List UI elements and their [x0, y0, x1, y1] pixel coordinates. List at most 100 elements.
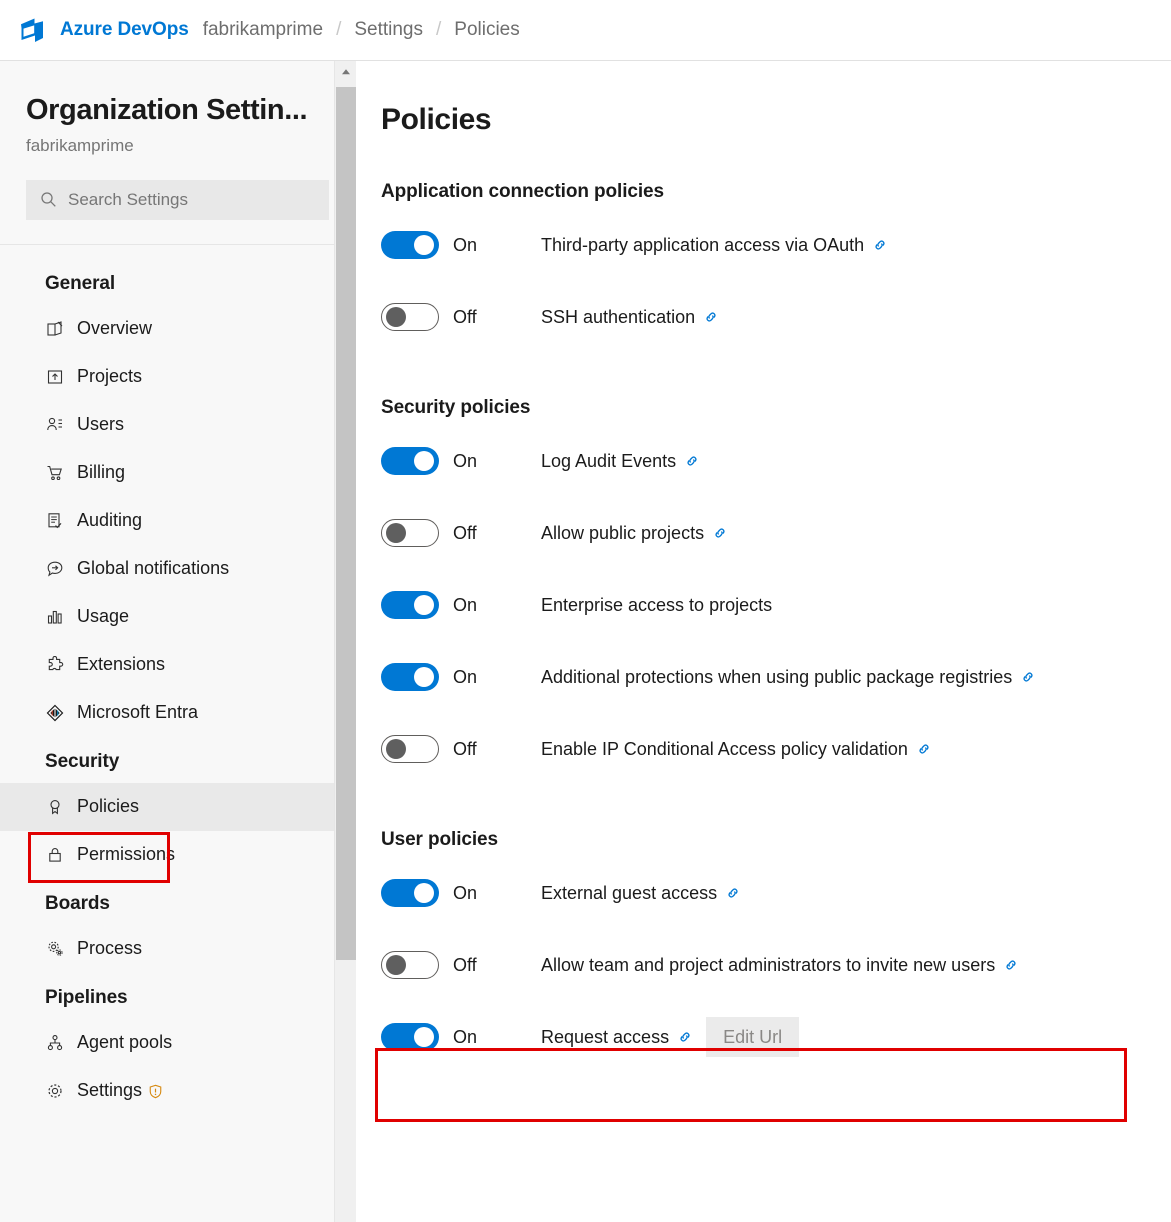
sidebar-item-label: Overview: [77, 318, 153, 339]
sidebar-item-billing[interactable]: Billing: [0, 449, 355, 497]
breadcrumb-organization[interactable]: fabrikamprime: [203, 19, 323, 41]
policy-label-wrapper: Enable IP Conditional Access policy vali…: [541, 739, 931, 760]
auditing-icon: [45, 511, 64, 530]
azure-devops-logo[interactable]: [16, 14, 48, 46]
sidebar-item-extensions[interactable]: Extensions: [0, 641, 355, 689]
breadcrumb-separator-1: /: [336, 19, 342, 40]
policy-label-wrapper: Enterprise access to projects: [541, 595, 772, 616]
policy-label-wrapper: Log Audit Events: [541, 451, 699, 472]
scroll-up-arrow-icon[interactable]: [335, 61, 357, 83]
sidebar-item-projects[interactable]: Projects: [0, 353, 355, 401]
policy-row-ip-conditional-access: Off Enable IP Conditional Access policy …: [381, 713, 1171, 785]
toggle-enterprise-access-to-projects[interactable]: [381, 591, 439, 619]
section-application-connection-policies: Application connection policies On Third…: [381, 181, 1171, 353]
sidebar-item-global-notifications[interactable]: Global notifications: [0, 545, 355, 593]
policy-label: Enable IP Conditional Access policy vali…: [541, 738, 908, 759]
sidebar-item-policies[interactable]: Policies: [0, 782, 355, 831]
brand-label[interactable]: Azure DevOps: [60, 19, 189, 41]
toggle-request-access[interactable]: [381, 1023, 439, 1051]
link-icon[interactable]: [917, 742, 931, 756]
sidebar-item-label: Projects: [77, 366, 143, 387]
toggle-external-guest-access[interactable]: [381, 879, 439, 907]
policy-state: Off: [453, 954, 477, 975]
policy-row-log-audit-events: On Log Audit Events: [381, 425, 1171, 497]
link-icon[interactable]: [685, 454, 699, 468]
search-icon: [41, 192, 56, 208]
sidebar-item-settings[interactable]: Settings: [0, 1067, 355, 1115]
nav-group-boards: Boards: [45, 892, 110, 914]
organization-settings-sidebar: Organization Settin... fabrikamprime Sea…: [0, 61, 356, 1222]
policy-row-third-party-oauth: On Third-party application access via OA…: [381, 209, 1171, 281]
sidebar-scrollbar-thumb[interactable]: [336, 87, 356, 960]
policy-label: SSH authentication: [541, 306, 696, 327]
extensions-puzzle-icon: [45, 655, 64, 674]
sidebar-item-label: Auditing: [77, 510, 143, 531]
sidebar-scrollbar-track[interactable]: [334, 61, 356, 1222]
sidebar-item-process[interactable]: Process: [0, 925, 355, 973]
toggle-log-audit-events[interactable]: [381, 447, 439, 475]
nav-group-security: Security: [45, 750, 120, 772]
toggle-knob: [414, 883, 434, 903]
link-icon[interactable]: [873, 238, 887, 252]
sidebar-item-users[interactable]: Users: [0, 401, 355, 449]
settings-gear-icon: [45, 1081, 64, 1100]
sidebar-item-label: Policies: [77, 796, 140, 817]
policy-row-additional-protections-public-package-registries: On Additional protections when using pub…: [381, 641, 1171, 713]
policy-state: On: [453, 1026, 478, 1047]
sidebar-item-auditing[interactable]: Auditing: [0, 497, 355, 545]
toggle-allow-public-projects[interactable]: [381, 519, 439, 547]
toggle-knob: [386, 739, 406, 759]
nav-group-pipelines: Pipelines: [45, 986, 128, 1008]
policy-row-request-access: On Request access Edit Url: [381, 1001, 1171, 1073]
policy-row-enterprise-access-to-projects: On Enterprise access to projects: [381, 569, 1171, 641]
toggle-knob: [414, 1027, 434, 1047]
breadcrumb-settings[interactable]: Settings: [354, 19, 423, 41]
projects-icon: [45, 367, 64, 386]
policy-label-wrapper: Additional protections when using public…: [541, 667, 1035, 688]
section-title: User policies: [381, 829, 498, 850]
sidebar-nav: General Overview Projects Users Billing: [0, 245, 355, 1115]
toggle-knob: [386, 307, 406, 327]
search-settings-input[interactable]: Search Settings: [26, 179, 329, 220]
search-placeholder: Search Settings: [68, 189, 189, 209]
top-navigation-bar: Azure DevOps fabrikamprime / Settings / …: [0, 0, 1171, 61]
toggle-ip-conditional-access[interactable]: [381, 735, 439, 763]
agent-pools-icon: [45, 1033, 64, 1052]
policy-label: Log Audit Events: [541, 450, 677, 471]
sidebar-header: Organization Settin... fabrikamprime: [0, 61, 355, 156]
sidebar-item-microsoft-entra[interactable]: Microsoft Entra: [0, 689, 355, 737]
toggle-knob: [414, 595, 434, 615]
link-icon[interactable]: [713, 526, 727, 540]
link-icon[interactable]: [678, 1030, 692, 1044]
microsoft-entra-icon: [45, 703, 64, 722]
toggle-ssh-authentication[interactable]: [381, 303, 439, 331]
toggle-allow-admins-invite-new-users[interactable]: [381, 951, 439, 979]
sidebar-item-permissions[interactable]: Permissions: [0, 831, 355, 879]
policy-label-wrapper: Allow team and project administrators to…: [541, 955, 1018, 976]
shield-warning-icon: [148, 1083, 163, 1099]
lock-icon: [45, 845, 64, 864]
edit-url-button[interactable]: Edit Url: [706, 1017, 800, 1057]
section-title: Security policies: [381, 397, 531, 418]
policy-label: Allow public projects: [541, 522, 705, 543]
toggle-additional-protections[interactable]: [381, 663, 439, 691]
toggle-third-party-oauth[interactable]: [381, 231, 439, 259]
sidebar-item-usage[interactable]: Usage: [0, 593, 355, 641]
link-icon[interactable]: [704, 310, 718, 324]
policy-label: Third-party application access via OAuth: [541, 234, 865, 255]
usage-chart-icon: [45, 607, 64, 626]
policy-state: Off: [453, 306, 477, 327]
overview-icon: [45, 319, 64, 338]
toggle-knob: [414, 235, 434, 255]
link-icon[interactable]: [726, 886, 740, 900]
breadcrumb-policies[interactable]: Policies: [454, 19, 519, 41]
policy-label: Request access: [541, 1026, 670, 1047]
toggle-knob: [414, 667, 434, 687]
sidebar-item-overview[interactable]: Overview: [0, 305, 355, 353]
link-icon[interactable]: [1021, 670, 1035, 684]
sidebar-item-label: Agent pools: [77, 1032, 173, 1053]
policy-state: On: [453, 594, 478, 615]
link-icon[interactable]: [1004, 958, 1018, 972]
process-gear-icon: [45, 939, 64, 958]
sidebar-item-agent-pools[interactable]: Agent pools: [0, 1019, 355, 1067]
